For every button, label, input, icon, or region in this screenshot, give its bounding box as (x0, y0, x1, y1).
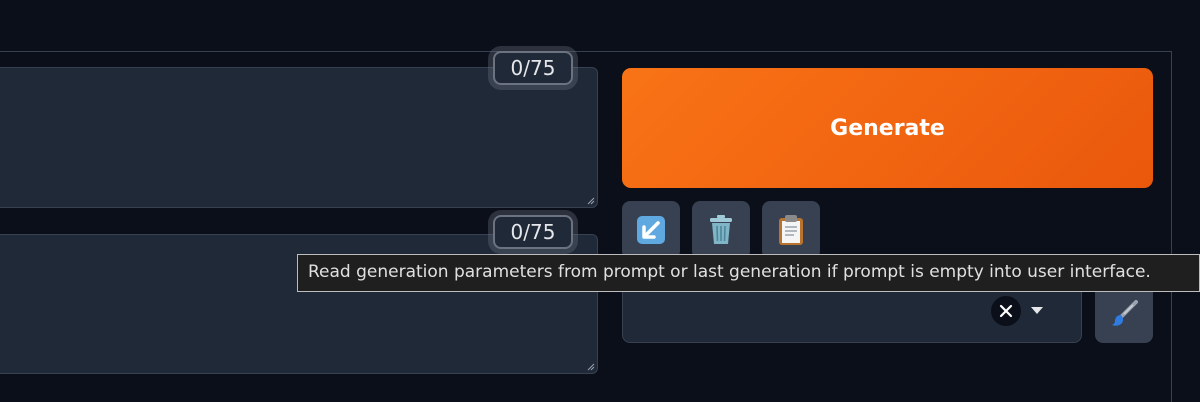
prompt-textarea[interactable] (0, 67, 598, 208)
resize-grip-icon[interactable] (587, 197, 595, 205)
prompt-token-counter: 0/75 (493, 51, 573, 85)
clear-selection-icon[interactable] (991, 296, 1021, 326)
read-params-button[interactable] (622, 201, 680, 259)
tooltip: Read generation parameters from prompt o… (297, 254, 1200, 292)
resize-grip-icon[interactable] (587, 363, 595, 371)
trash-icon (710, 215, 732, 244)
negative-prompt-token-counter: 0/75 (493, 215, 573, 249)
txt2img-toprow: 0/75 0/75 Generate Read generation param… (0, 0, 1200, 402)
paste-styles-button[interactable] (762, 201, 820, 259)
clipboard-icon (779, 215, 803, 245)
generate-button-label: Generate (830, 115, 945, 141)
clear-prompt-button[interactable] (692, 201, 750, 259)
generate-button[interactable]: Generate (622, 68, 1153, 188)
read-params-icon (637, 216, 665, 244)
edit-styles-button[interactable] (1095, 285, 1153, 343)
chevron-down-icon[interactable] (1031, 307, 1043, 314)
paintbrush-icon (1112, 300, 1138, 326)
